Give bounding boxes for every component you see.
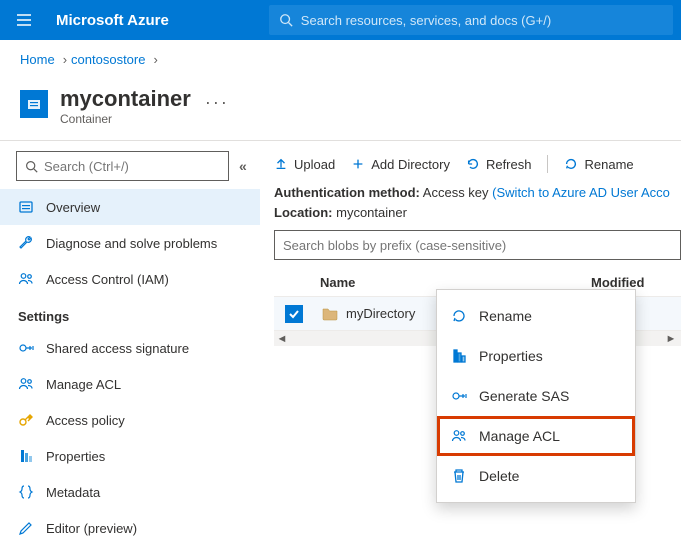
more-actions-button[interactable]: ··· [205, 92, 229, 113]
upload-button[interactable]: Upload [274, 157, 335, 172]
nav-label: Diagnose and solve problems [46, 236, 217, 251]
toolbar-label: Add Directory [371, 157, 450, 172]
nav-properties[interactable]: Properties [0, 438, 260, 474]
nav-label: Metadata [46, 485, 100, 500]
trash-icon [451, 468, 467, 484]
refresh-button[interactable]: Refresh [466, 157, 532, 172]
hamburger-menu-button[interactable] [8, 4, 40, 36]
resource-title-row: mycontainer Container ··· [0, 80, 681, 141]
cm-generate-sas[interactable]: Generate SAS [437, 376, 635, 416]
nav-group-settings: Settings [0, 297, 260, 330]
info-block: Authentication method: Access key (Switc… [274, 183, 681, 222]
pencil-icon [18, 520, 34, 536]
cm-label: Rename [479, 308, 532, 324]
scroll-left-arrow[interactable]: ◄ [274, 333, 290, 345]
context-menu: Rename Properties Generate SAS Manage AC… [436, 289, 636, 503]
blob-search[interactable] [274, 230, 681, 260]
search-icon [25, 160, 38, 173]
people-icon [18, 376, 34, 392]
cm-label: Properties [479, 348, 543, 364]
blob-icon [18, 199, 34, 215]
plus-icon [351, 157, 365, 171]
collapse-nav-button[interactable]: « [239, 158, 247, 174]
nav-access-control[interactable]: Access Control (IAM) [0, 261, 260, 297]
scroll-right-arrow[interactable]: ► [663, 333, 679, 345]
wrench-icon [18, 235, 34, 251]
nav-shared-access-signature[interactable]: Shared access signature [0, 330, 260, 366]
local-search-input[interactable] [44, 159, 220, 174]
braces-icon [18, 484, 34, 500]
key-link-icon [18, 340, 34, 356]
col-name[interactable]: Name [314, 275, 591, 290]
key-icon [18, 412, 34, 428]
properties-icon [18, 448, 34, 464]
nav-label: Access policy [46, 413, 125, 428]
nav-label: Manage ACL [46, 377, 121, 392]
nav-manage-acl[interactable]: Manage ACL [0, 366, 260, 402]
folder-icon [322, 307, 338, 321]
rename-icon [451, 308, 467, 324]
cm-label: Manage ACL [479, 428, 560, 444]
rename-icon [564, 157, 578, 171]
resource-type-label: Container [60, 112, 191, 126]
blob-search-input[interactable] [283, 238, 672, 253]
row-name: myDirectory [346, 306, 415, 321]
toolbar-divider [547, 155, 548, 173]
row-checkbox[interactable] [285, 305, 303, 323]
breadcrumb-separator: › [63, 52, 67, 67]
cm-label: Generate SAS [479, 388, 569, 404]
toolbar-label: Refresh [486, 157, 532, 172]
nav-label: Overview [46, 200, 100, 215]
search-icon [279, 13, 293, 27]
global-search-input[interactable] [301, 13, 663, 28]
nav-access-policy[interactable]: Access policy [0, 402, 260, 438]
col-modified[interactable]: Modified [591, 275, 681, 290]
nav-label: Access Control (IAM) [46, 272, 169, 287]
rename-button[interactable]: Rename [564, 157, 633, 172]
nav-metadata[interactable]: Metadata [0, 474, 260, 510]
nav-overview[interactable]: Overview [0, 189, 260, 225]
add-directory-button[interactable]: Add Directory [351, 157, 450, 172]
switch-auth-link[interactable]: (Switch to Azure AD User Acco [492, 185, 670, 200]
people-icon [18, 271, 34, 287]
key-link-icon [451, 388, 467, 404]
people-icon [451, 428, 467, 444]
cm-properties[interactable]: Properties [437, 336, 635, 376]
auth-method-label: Authentication method: [274, 185, 420, 200]
main-content: Upload Add Directory Refresh Rename Auth… [260, 141, 681, 520]
nav-label: Shared access signature [46, 341, 189, 356]
product-name: Microsoft Azure [56, 12, 169, 29]
upload-icon [274, 157, 288, 171]
cm-rename[interactable]: Rename [437, 296, 635, 336]
cm-manage-acl[interactable]: Manage ACL [437, 416, 635, 456]
toolbar-label: Upload [294, 157, 335, 172]
check-icon [288, 308, 300, 320]
breadcrumb: Home › contosostore › [0, 40, 681, 80]
location-label: Location: [274, 205, 333, 220]
breadcrumb-contosostore[interactable]: contosostore [71, 52, 145, 67]
left-nav: « Overview Diagnose and solve problems A… [0, 141, 260, 520]
cm-label: Delete [479, 468, 519, 484]
breadcrumb-separator: › [153, 52, 157, 67]
toolbar: Upload Add Directory Refresh Rename [274, 151, 681, 183]
nav-label: Properties [46, 449, 105, 464]
auth-method-value: Access key [423, 185, 489, 200]
hamburger-icon [16, 12, 32, 28]
refresh-icon [466, 157, 480, 171]
local-search[interactable] [16, 151, 229, 181]
global-search[interactable] [269, 5, 673, 35]
nav-diagnose[interactable]: Diagnose and solve problems [0, 225, 260, 261]
cm-delete[interactable]: Delete [437, 456, 635, 496]
page-title: mycontainer [60, 86, 191, 112]
toolbar-label: Rename [584, 157, 633, 172]
container-icon [20, 90, 48, 118]
top-header: Microsoft Azure [0, 0, 681, 40]
nav-editor[interactable]: Editor (preview) [0, 510, 260, 546]
breadcrumb-home[interactable]: Home [20, 52, 55, 67]
location-value: mycontainer [336, 205, 407, 220]
properties-icon [451, 348, 467, 364]
